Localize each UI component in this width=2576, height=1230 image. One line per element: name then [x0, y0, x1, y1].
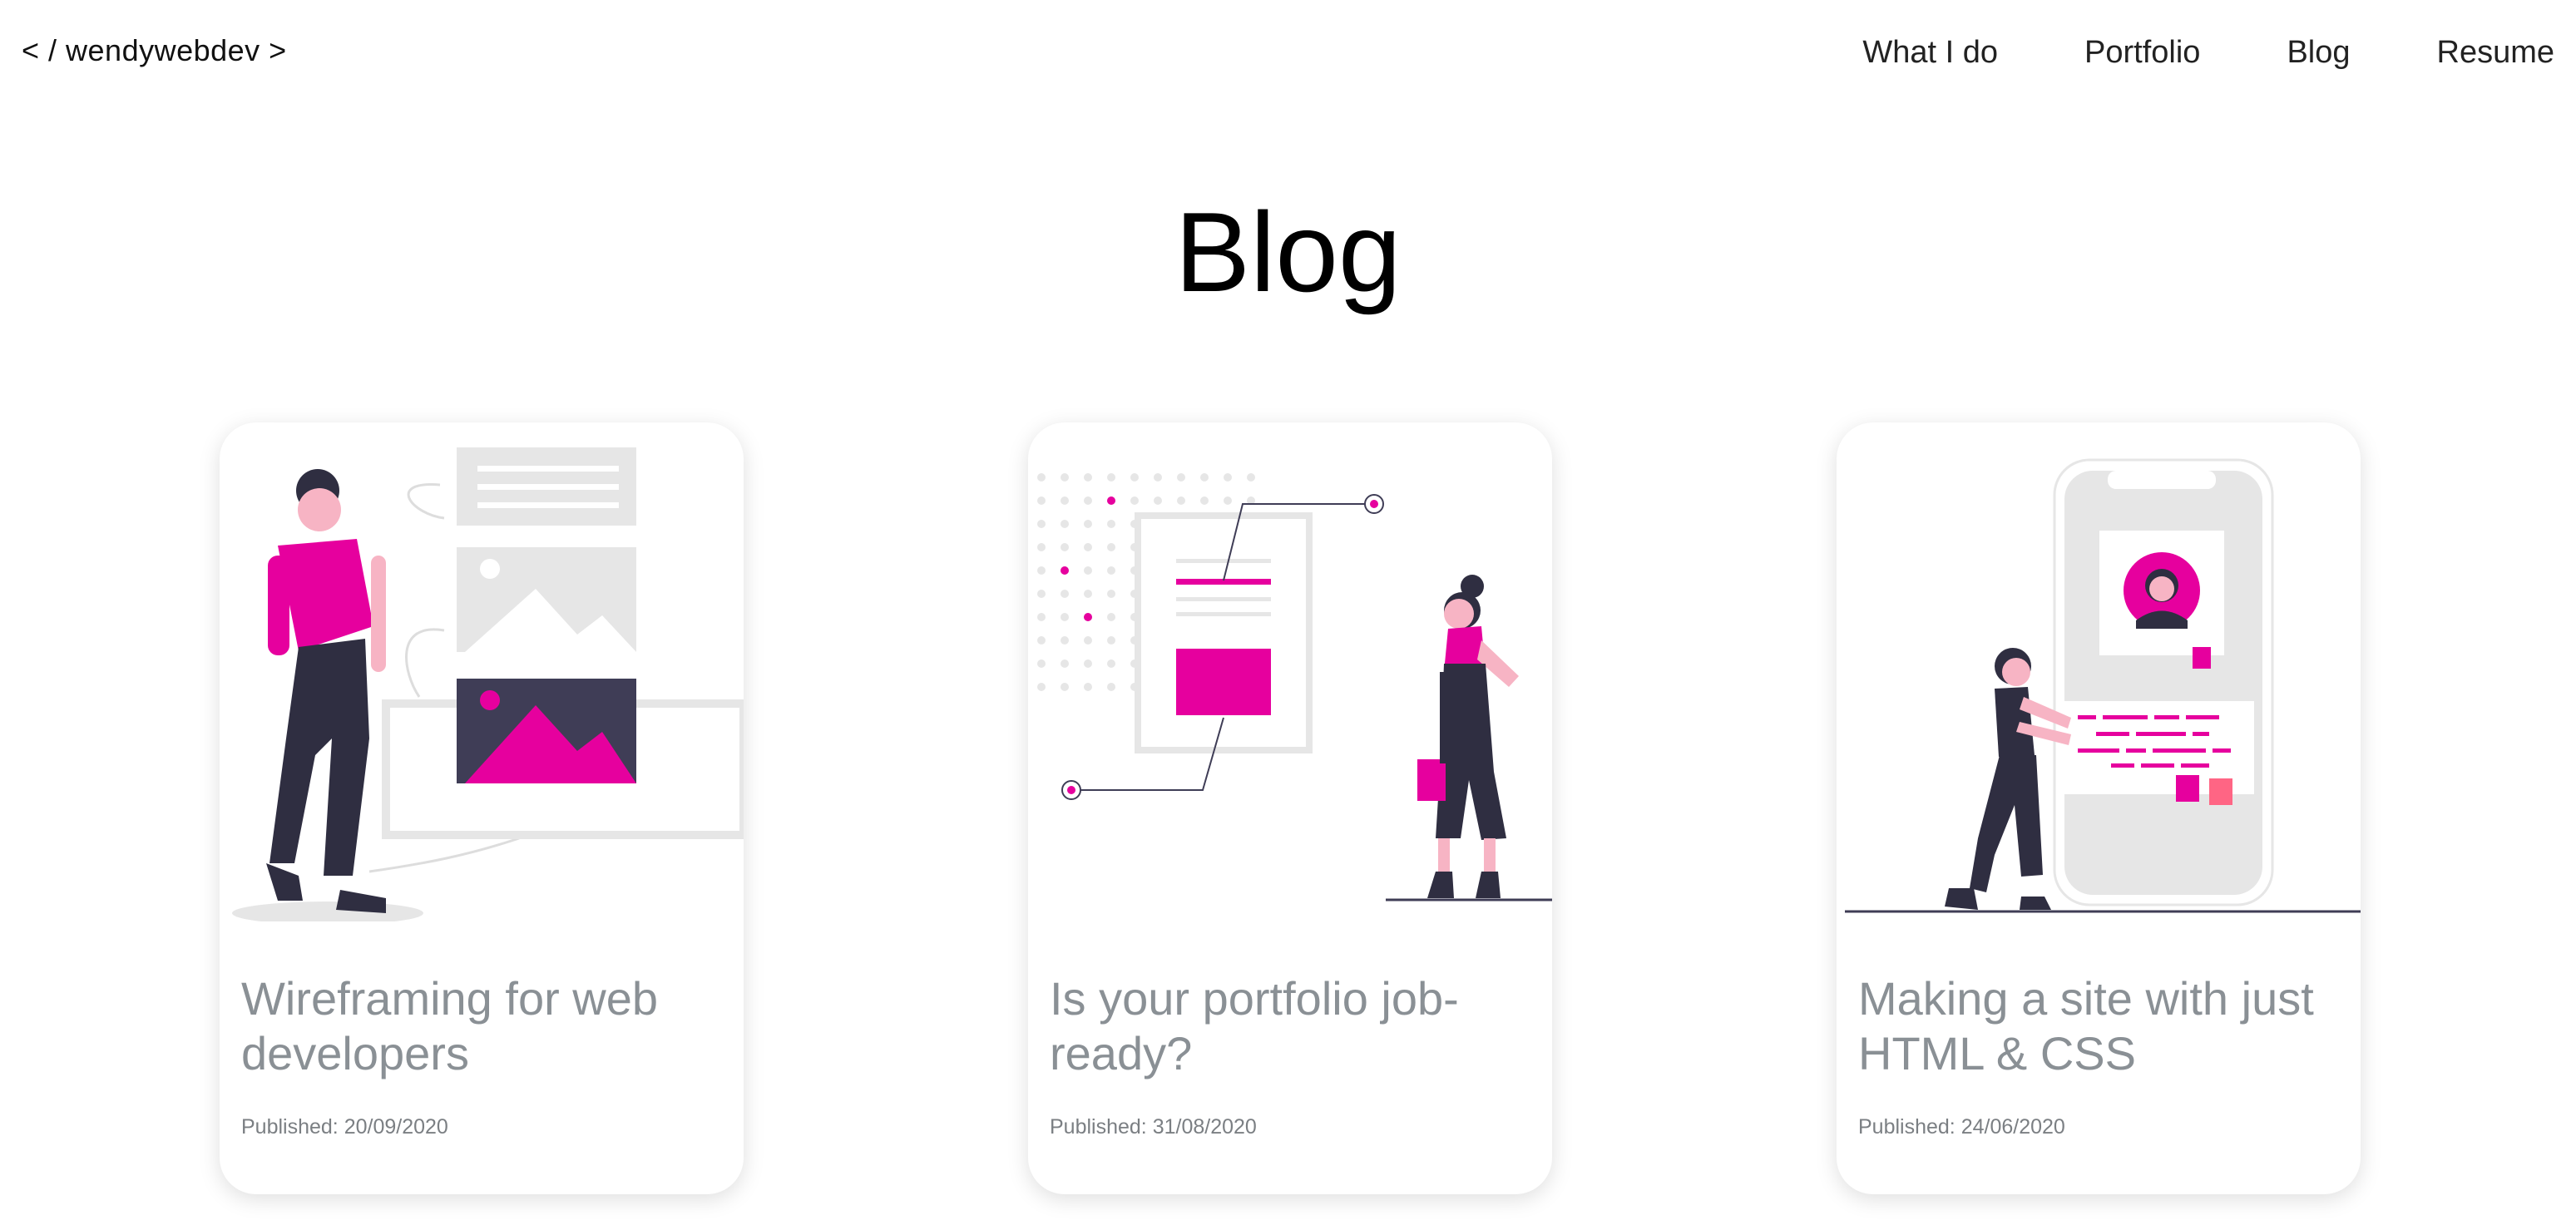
post-date: Published: 20/09/2020 [241, 1115, 448, 1139]
nav-what-i-do[interactable]: What I do [1862, 35, 1998, 71]
post-date: Published: 24/06/2020 [1858, 1115, 2065, 1139]
wireframing-illustration [220, 422, 744, 921]
page-title: Blog [1174, 189, 1402, 315]
post-title[interactable]: Is your portfolio job-ready? [1050, 971, 1536, 1081]
nav-resume[interactable]: Resume [2437, 35, 2555, 71]
post-title[interactable]: Making a site with just HTML & CSS [1858, 971, 2345, 1081]
post-date: Published: 31/08/2020 [1050, 1115, 1257, 1139]
site-logo[interactable]: < / wendywebdev > [22, 33, 287, 68]
portfolio-illustration [1028, 422, 1552, 921]
blog-card-portfolio[interactable]: Is your portfolio job-ready? Published: … [1028, 422, 1552, 1194]
blog-card-wireframing[interactable]: Wireframing for web developers Published… [220, 422, 744, 1194]
mobile-site-illustration [1837, 422, 2361, 921]
nav-blog[interactable]: Blog [2287, 35, 2350, 71]
main-nav: What I do Portfolio Blog Resume [1776, 35, 2554, 71]
post-title[interactable]: Wireframing for web developers [241, 971, 728, 1081]
nav-portfolio[interactable]: Portfolio [2084, 35, 2200, 71]
blog-card-html-css[interactable]: Making a site with just HTML & CSS Publi… [1837, 422, 2361, 1194]
